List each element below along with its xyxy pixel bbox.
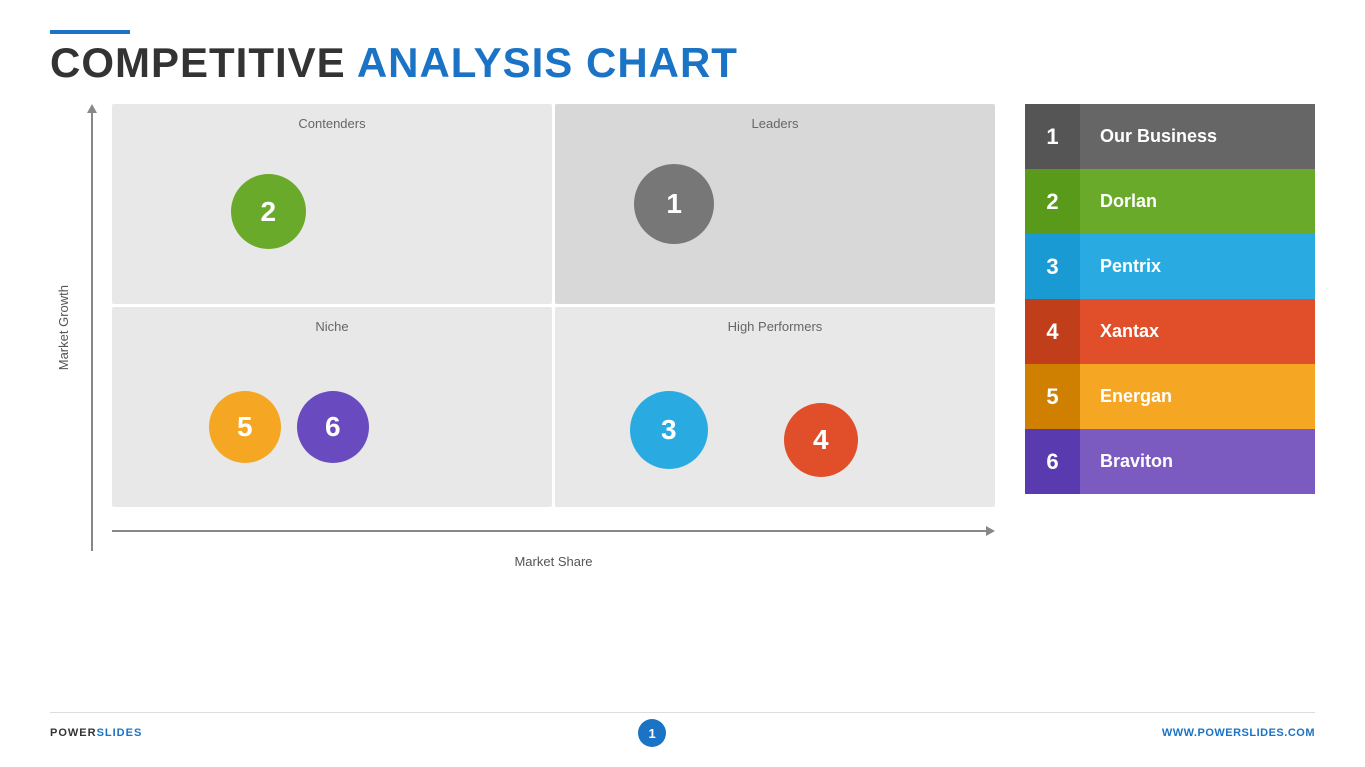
legend-number-2: 2 (1025, 169, 1080, 234)
quadrant-contenders: Contenders 2 (112, 104, 552, 304)
legend-item-2: 2 Dorlan (1025, 169, 1315, 234)
x-axis-row: Market Share (112, 511, 995, 551)
legend: 1 Our Business 2 Dorlan 3 (1025, 104, 1315, 494)
footer-page-badge: 1 (638, 719, 666, 747)
accent-line (50, 30, 130, 34)
legend-item-4: 4 Xantax (1025, 299, 1315, 364)
leaders-label: Leaders (555, 116, 995, 131)
legend-number-6: 6 (1025, 429, 1080, 494)
quadrant-niche: Niche 5 6 (112, 307, 552, 507)
page-container: COMPETITIVE ANALYSIS CHART Market Growth (0, 0, 1365, 767)
chart-with-axes: Market Growth Contenders (50, 104, 995, 551)
legend-name-2: Dorlan (1080, 169, 1315, 234)
legend-name-6: Braviton (1080, 429, 1315, 494)
legend-item-3: 3 Pentrix (1025, 234, 1315, 299)
legend-item-1: 1 Our Business (1025, 104, 1315, 169)
high-performers-label: High Performers (555, 319, 995, 334)
quadrant-row-top: Contenders 2 Leaders (112, 104, 995, 304)
bubble-2: 2 (231, 174, 306, 249)
title-word2: ANALYSIS CHART (357, 39, 738, 86)
footer-brand: POWERSLIDES (50, 727, 142, 739)
legend-name-5: Energan (1080, 364, 1315, 429)
footer-url: WWW.POWERSLIDES.COM (1162, 727, 1315, 739)
y-axis-label: Market Growth (52, 285, 71, 370)
y-axis-arrow (87, 104, 97, 113)
y-axis-line (91, 113, 93, 551)
quadrant-high-performers: High Performers 3 4 (555, 307, 995, 507)
y-axis-label-container: Market Growth (50, 104, 72, 551)
bubble-1: 1 (634, 164, 714, 244)
quadrant-leaders: Leaders 1 (555, 104, 995, 304)
x-axis-label: Market Share (514, 554, 592, 569)
page-title: COMPETITIVE ANALYSIS CHART (50, 42, 1315, 84)
chart-area: Market Growth Contenders (50, 104, 995, 551)
legend-number-4: 4 (1025, 299, 1080, 364)
footer-center: 1 (142, 719, 1162, 747)
bubble-3: 3 (630, 391, 708, 469)
bubble-5: 5 (209, 391, 281, 463)
legend-item-6: 6 Braviton (1025, 429, 1315, 494)
legend-name-1: Our Business (1080, 104, 1315, 169)
legend-number-1: 1 (1025, 104, 1080, 169)
niche-label: Niche (112, 319, 552, 334)
legend-number-3: 3 (1025, 234, 1080, 299)
chart-inner: Contenders 2 Leaders (112, 104, 995, 551)
legend-item-5: 5 Energan (1025, 364, 1315, 429)
quadrants-area: Contenders 2 Leaders (112, 104, 995, 507)
footer-power: POWER (50, 727, 97, 739)
main-content: Market Growth Contenders (50, 104, 1315, 704)
bubble-4: 4 (784, 403, 858, 477)
header: COMPETITIVE ANALYSIS CHART (50, 30, 1315, 84)
footer-slides: SLIDES (97, 727, 143, 739)
legend-name-3: Pentrix (1080, 234, 1315, 299)
footer: POWERSLIDES 1 WWW.POWERSLIDES.COM (50, 712, 1315, 747)
x-axis-line (112, 530, 986, 532)
contenders-label: Contenders (112, 116, 552, 131)
title-word1: COMPETITIVE (50, 39, 357, 86)
legend-number-5: 5 (1025, 364, 1080, 429)
legend-name-4: Xantax (1080, 299, 1315, 364)
quadrant-row-bottom: Niche 5 6 (112, 307, 995, 507)
x-axis-arrow (986, 526, 995, 536)
bubble-6: 6 (297, 391, 369, 463)
y-axis-side (72, 104, 112, 551)
